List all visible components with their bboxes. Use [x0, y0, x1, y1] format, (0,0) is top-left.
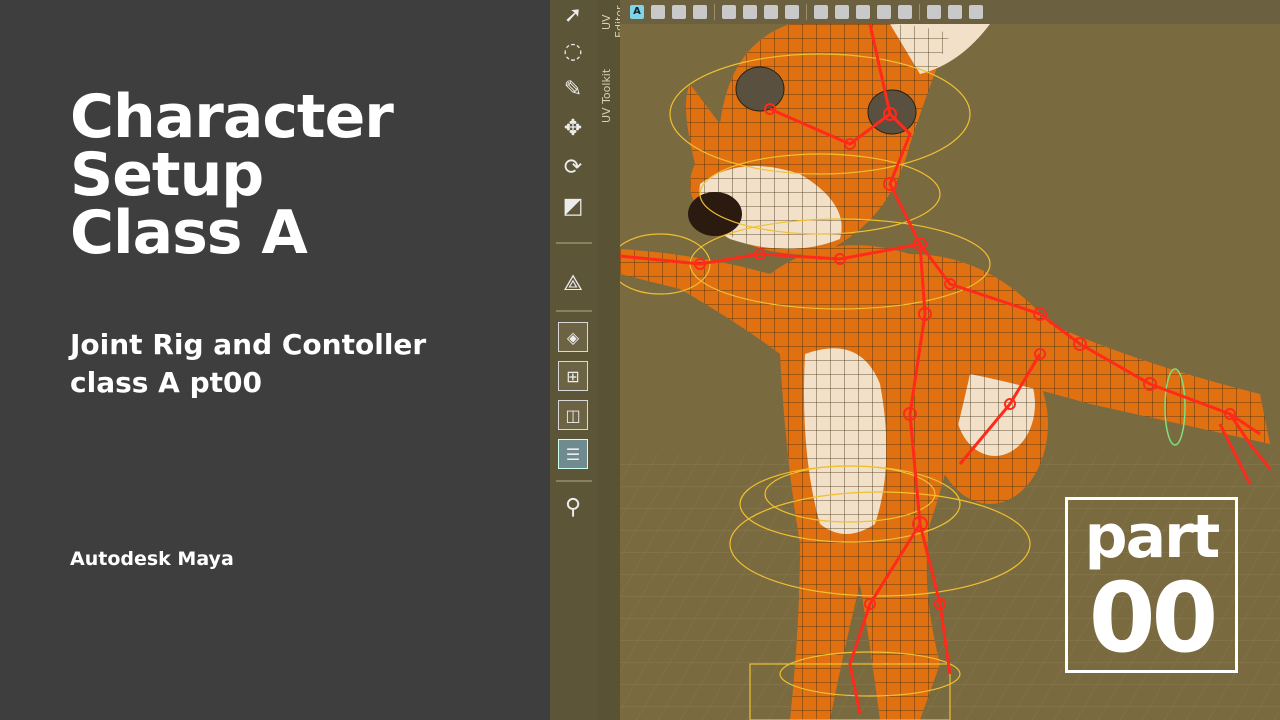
- single-view-icon[interactable]: ◈: [558, 322, 588, 352]
- subtitle-line-1: Joint Rig and Contoller: [70, 328, 427, 361]
- lights-icon[interactable]: [877, 5, 891, 19]
- lock-camera-icon[interactable]: [672, 5, 686, 19]
- resolution-gate-icon[interactable]: [785, 5, 799, 19]
- two-view-icon[interactable]: ◫: [558, 400, 588, 430]
- rotate-tool-icon[interactable]: ⟳: [558, 152, 588, 182]
- viewport-toolbar: A: [620, 0, 1280, 24]
- software-label: Autodesk Maya: [70, 548, 234, 570]
- toolbox-divider: [556, 242, 592, 244]
- textured-icon[interactable]: [856, 5, 870, 19]
- paint-select-icon[interactable]: ✎: [558, 74, 588, 104]
- shadows-icon[interactable]: [898, 5, 912, 19]
- toolbar-divider: [806, 4, 807, 20]
- title-line-2: Setup: [70, 140, 264, 210]
- camera-attributes-icon[interactable]: A: [630, 5, 644, 19]
- toolbar-divider: [919, 4, 920, 20]
- image-plane-icon[interactable]: [722, 5, 736, 19]
- fox-eye-left: [735, 66, 785, 112]
- isolate-select-icon[interactable]: [927, 5, 941, 19]
- toolbox-divider: [556, 310, 592, 312]
- four-view-icon[interactable]: ⊞: [558, 361, 588, 391]
- title-line-3: Class A: [70, 198, 308, 268]
- xray-icon[interactable]: [948, 5, 962, 19]
- title-line-1: Character: [70, 82, 394, 152]
- joint-tool-icon[interactable]: ⟁: [558, 268, 588, 298]
- smooth-shade-icon[interactable]: [835, 5, 849, 19]
- side-tab-strip: UV Editor UV Toolkit: [598, 0, 626, 720]
- toolbox: ➚ ◌ ✎ ✥ ⟳ ◩ ⟁ ◈ ⊞ ◫ ☰ ⚲: [550, 0, 599, 720]
- tab-uv-toolkit[interactable]: UV Toolkit: [600, 60, 618, 132]
- lesson-subtitle: Joint Rig and Contoller class A pt00: [70, 326, 426, 402]
- xray-joints-icon[interactable]: [969, 5, 983, 19]
- subtitle-line-2: class A pt00: [70, 366, 262, 399]
- search-icon[interactable]: ⚲: [558, 492, 588, 522]
- wireframe-icon[interactable]: [814, 5, 828, 19]
- select-camera-icon[interactable]: [651, 5, 665, 19]
- move-tool-icon[interactable]: ✥: [558, 113, 588, 143]
- title-panel: Character Setup Class A Joint Rig and Co…: [0, 0, 550, 720]
- toolbar-divider: [714, 4, 715, 20]
- part-number: 00: [1088, 562, 1219, 674]
- film-gate-icon[interactable]: [764, 5, 778, 19]
- lasso-select-icon[interactable]: ◌: [558, 36, 588, 66]
- tab-uv-editor[interactable]: UV Editor: [600, 0, 626, 44]
- scale-tool-icon[interactable]: ◩: [558, 191, 588, 221]
- part-badge: part 00: [1065, 497, 1238, 673]
- toolbox-divider: [556, 480, 592, 482]
- bookmark-icon[interactable]: [693, 5, 707, 19]
- outliner-icon[interactable]: ☰: [558, 439, 588, 469]
- fox-eye-right: [867, 89, 917, 135]
- grid-icon[interactable]: [743, 5, 757, 19]
- course-title: Character Setup Class A: [70, 82, 394, 268]
- select-tool-icon[interactable]: ➚: [558, 0, 588, 30]
